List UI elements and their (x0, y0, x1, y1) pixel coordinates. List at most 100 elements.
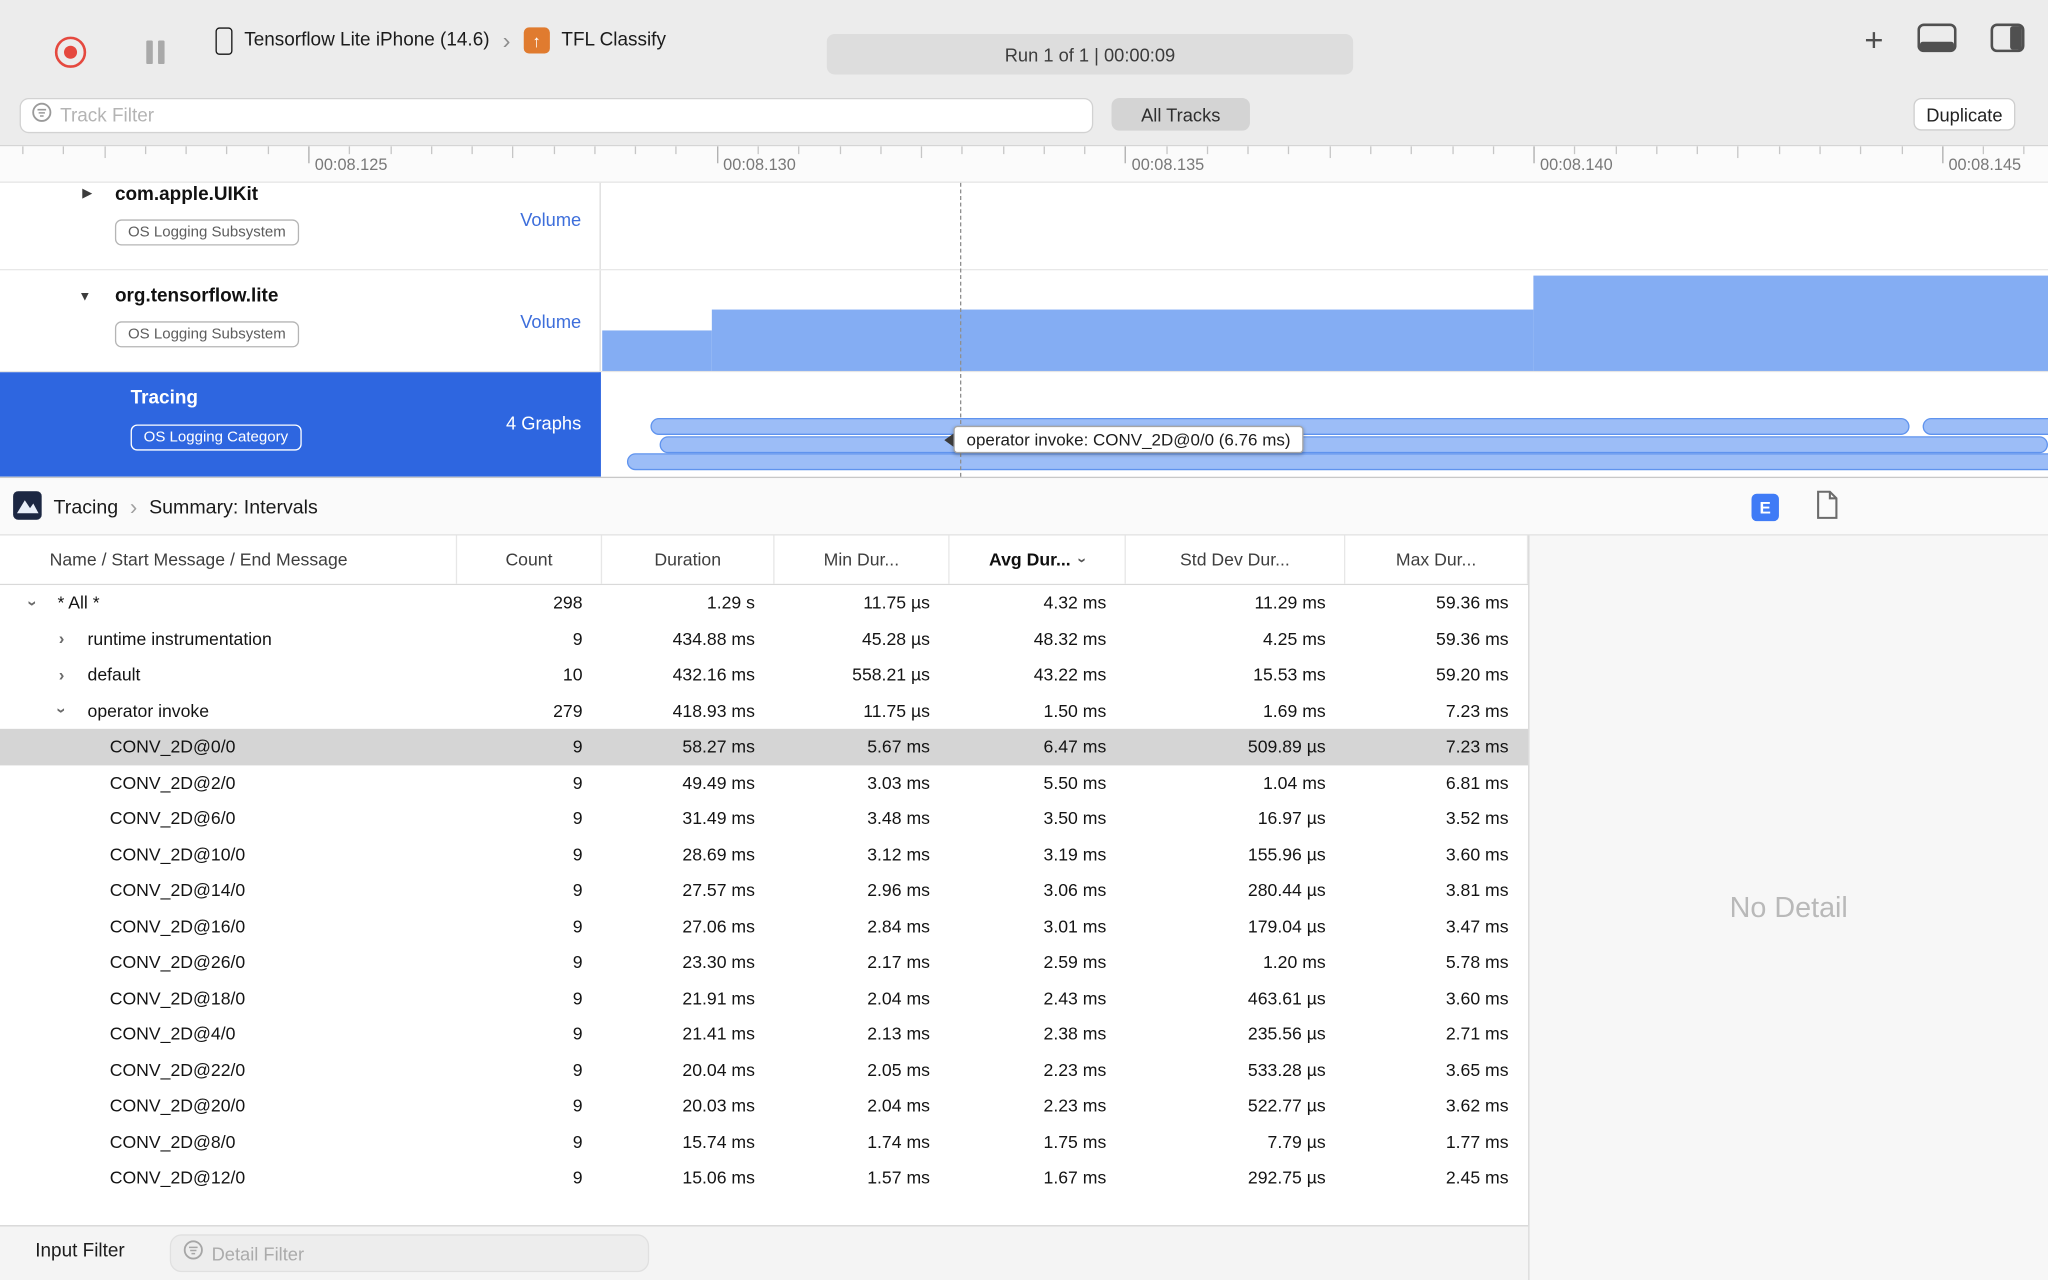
disclosure-right-icon[interactable]: › (59, 663, 65, 687)
column-header-name-start-message-end-message[interactable]: Name / Start Message / End Message (0, 535, 458, 584)
all-tracks-button[interactable]: All Tracks (1111, 97, 1250, 131)
row-name-cell[interactable]: CONV_2D@22/0 (0, 1052, 457, 1088)
column-header-min-dur[interactable]: Min Dur... (775, 535, 950, 584)
tensorflow-lane[interactable] (602, 270, 2048, 371)
input-filter-label[interactable]: Input Filter (35, 1241, 124, 1262)
uikit-lane[interactable] (602, 182, 2048, 270)
column-header-avg-dur[interactable]: Avg Dur... › (950, 535, 1126, 584)
table-row[interactable]: CONV_2D@4/0 9 21.41 ms 2.13 ms 2.38 ms 235.56… (0, 1016, 1528, 1052)
document-icon[interactable] (1816, 489, 1840, 526)
table-row[interactable]: › default 10 432.16 ms 558.21 µs 43.22 ms 15.5… (0, 657, 1528, 693)
row-name-cell[interactable]: CONV_2D@2/0 (0, 765, 457, 801)
ruler-tick (1329, 146, 1331, 159)
row-std-cell: 522.77 µs (1247, 1096, 1326, 1116)
row-name-cell[interactable]: › runtime instrumentation (0, 621, 457, 657)
table-row[interactable]: › * All * 298 1.29 s 11.75 µs 4.32 ms 11.29 ms… (0, 585, 1528, 621)
table-row[interactable]: CONV_2D@6/0 9 31.49 ms 3.48 ms 3.50 ms 16.97 … (0, 801, 1528, 837)
row-std-cell: 155.96 µs (1247, 844, 1326, 865)
row-name-cell[interactable]: › default (0, 657, 457, 693)
breadcrumb-instrument[interactable]: Tracing (54, 496, 119, 518)
row-std-cell: 292.75 µs (1247, 1167, 1326, 1188)
track-row-tracing[interactable]: operator invoke: CONV_2D@0/0 (6.76 ms) T… (0, 370, 2048, 477)
table-row[interactable]: › runtime instrumentation 9 434.88 ms 45.28 … (0, 621, 1528, 657)
row-count-cell: 9 (572, 629, 583, 649)
row-name-cell[interactable]: CONV_2D@4/0 (0, 1016, 457, 1052)
track-filter-field[interactable] (19, 97, 1094, 134)
tracing-lane[interactable]: operator invoke: CONV_2D@0/0 (6.76 ms) (602, 372, 2048, 477)
device-target-chooser[interactable]: Tensorflow Lite iPhone (14.6) › ↑ TFL Cl… (215, 0, 666, 81)
row-name-cell[interactable]: CONV_2D@0/0 (0, 729, 457, 765)
table-row[interactable]: CONV_2D@2/0 9 49.49 ms 3.03 ms 5.50 ms 1.04 m… (0, 765, 1528, 801)
row-count-cell: 9 (572, 916, 583, 937)
track-meta[interactable]: 4 Graphs (506, 413, 581, 434)
row-duration-cell: 49.49 ms (682, 772, 755, 793)
ruler-tick (1737, 146, 1740, 159)
interval-bar[interactable] (1922, 417, 2048, 435)
table-row[interactable]: CONV_2D@22/0 9 20.04 ms 2.05 ms 2.23 ms 533.2… (0, 1052, 1528, 1088)
add-instrument-button[interactable]: + (1864, 24, 1883, 57)
row-std-cell: 463.61 µs (1247, 988, 1326, 1008)
disclosure-down-icon[interactable]: ▼ (78, 290, 91, 304)
row-name-cell[interactable]: › operator invoke (0, 693, 457, 729)
row-name-cell[interactable]: CONV_2D@20/0 (0, 1088, 457, 1124)
ruler-tick (267, 146, 269, 155)
tracing-track-header[interactable]: Tracing OS Logging Category 4 Graphs (0, 372, 601, 477)
row-name-cell[interactable]: CONV_2D@12/0 (0, 1160, 457, 1196)
table-row[interactable]: CONV_2D@14/0 9 27.57 ms 2.96 ms 3.06 ms 280.4… (0, 872, 1528, 908)
table-row[interactable]: CONV_2D@0/0 9 58.27 ms 5.67 ms 6.47 ms 509.89… (0, 728, 1529, 765)
row-name-cell[interactable]: CONV_2D@14/0 (0, 872, 457, 908)
row-name-cell[interactable]: › * All * (0, 585, 457, 621)
track-row-tensorflow[interactable]: ▼ org.tensorflow.lite OS Logging Subsyst… (0, 269, 2048, 371)
row-name-cell[interactable]: CONV_2D@16/0 (0, 908, 457, 944)
ruler-tick (839, 146, 841, 155)
table-row[interactable]: CONV_2D@16/0 9 27.06 ms 2.84 ms 3.01 ms 179.0… (0, 908, 1528, 944)
column-header-duration[interactable]: Duration (602, 535, 775, 584)
row-name-cell[interactable]: CONV_2D@6/0 (0, 801, 457, 837)
disclosure-down-icon[interactable]: › (21, 600, 45, 606)
toggle-right-pane-button[interactable] (1990, 22, 2025, 58)
uikit-track-header[interactable]: ▶ com.apple.UIKit OS Logging Subsystem V… (0, 182, 601, 270)
pause-button[interactable] (144, 40, 168, 64)
row-name-cell[interactable]: CONV_2D@18/0 (0, 980, 457, 1016)
run-info[interactable]: Run 1 of 1 | 00:00:09 (826, 33, 1354, 75)
track-filter-input[interactable] (60, 105, 1082, 127)
detail-filter-field[interactable] (169, 1234, 650, 1273)
row-avg-cell: 5.50 ms (1043, 772, 1107, 793)
table-row[interactable]: CONV_2D@8/0 9 15.74 ms 1.74 ms 1.75 ms 7.79 µ… (0, 1124, 1528, 1160)
disclosure-down-icon[interactable]: › (50, 708, 74, 714)
track-meta[interactable]: Volume (520, 311, 581, 332)
row-name-cell[interactable]: CONV_2D@10/0 (0, 837, 457, 873)
ruler-tick (1615, 146, 1617, 155)
ruler-tick (1656, 146, 1658, 155)
table-row[interactable]: CONV_2D@10/0 9 28.69 ms 3.12 ms 3.19 ms 155.9… (0, 837, 1528, 873)
record-button[interactable] (54, 36, 87, 68)
row-max-cell: 3.60 ms (1445, 844, 1509, 865)
table-row[interactable]: › operator invoke 279 418.93 ms 11.75 µs 1.50… (0, 693, 1528, 729)
row-name-cell[interactable]: CONV_2D@26/0 (0, 944, 457, 980)
interval-bar[interactable] (626, 453, 2048, 471)
breadcrumb-summary[interactable]: Summary: Intervals (149, 496, 318, 518)
column-header-std-dev-dur[interactable]: Std Dev Dur... (1126, 535, 1346, 584)
row-name-cell[interactable]: CONV_2D@8/0 (0, 1124, 457, 1160)
row-name: default (87, 665, 141, 685)
table-row[interactable]: CONV_2D@20/0 9 20.03 ms 2.04 ms 2.23 ms 522.7… (0, 1088, 1528, 1124)
duplicate-button[interactable]: Duplicate (1913, 97, 2016, 131)
track-row-uikit[interactable]: ▶ com.apple.UIKit OS Logging Subsystem V… (0, 182, 2048, 270)
toggle-bottom-pane-button[interactable] (1917, 22, 1957, 58)
table-row[interactable]: CONV_2D@18/0 9 21.91 ms 2.04 ms 2.43 ms 463.6… (0, 980, 1528, 1016)
tensorflow-track-header[interactable]: ▼ org.tensorflow.lite OS Logging Subsyst… (0, 270, 601, 371)
row-duration-cell: 434.88 ms (672, 629, 755, 649)
table-row[interactable]: CONV_2D@12/0 9 15.06 ms 1.57 ms 1.67 ms 292.7… (0, 1160, 1528, 1196)
ruler-tick (1165, 146, 1168, 155)
disclosure-right-icon[interactable]: › (59, 627, 65, 651)
row-max-cell: 1.77 ms (1445, 1132, 1509, 1152)
timeline-ruler[interactable]: 00:08.125 00:08.130 00:08.135 00:08.140 00:0… (0, 146, 2048, 183)
column-header-max-dur[interactable]: Max Dur... (1345, 535, 1529, 584)
interval-bar[interactable] (659, 436, 2048, 454)
disclosure-right-icon[interactable]: ▶ (82, 187, 92, 201)
expanded-view-icon[interactable]: E (1751, 493, 1779, 522)
column-header-count[interactable]: Count (457, 535, 603, 584)
detail-filter-input[interactable] (211, 1242, 637, 1264)
table-row[interactable]: CONV_2D@26/0 9 23.30 ms 2.17 ms 2.59 ms 1.20 … (0, 944, 1528, 980)
track-meta[interactable]: Volume (520, 209, 581, 230)
